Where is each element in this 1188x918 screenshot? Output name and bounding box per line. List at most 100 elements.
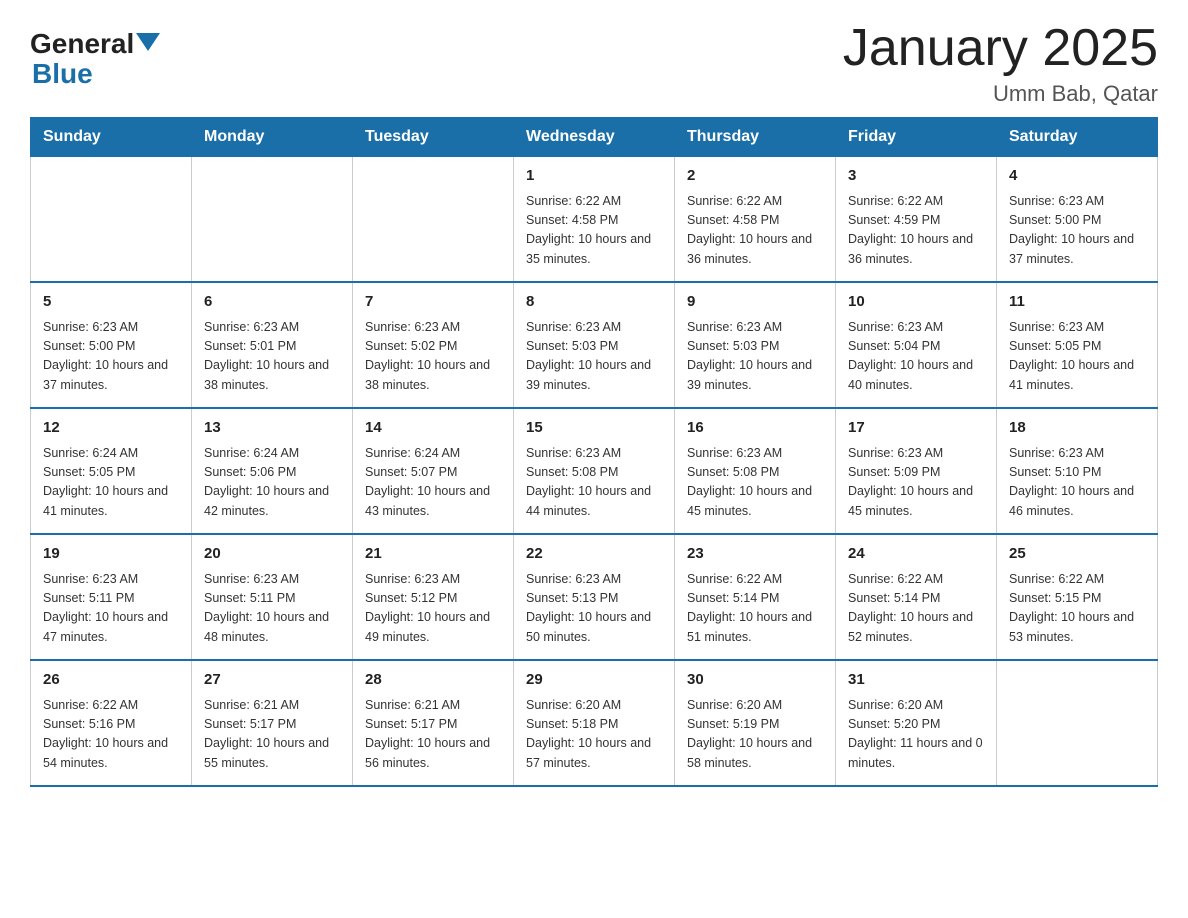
- calendar-cell: 5 Sunrise: 6:23 AM Sunset: 5:00 PM Daylig…: [31, 282, 192, 408]
- day-info: Sunrise: 6:24 AM Sunset: 5:06 PM Dayligh…: [204, 444, 340, 522]
- day-info: Sunrise: 6:23 AM Sunset: 5:08 PM Dayligh…: [526, 444, 662, 522]
- day-info: Sunrise: 6:23 AM Sunset: 5:03 PM Dayligh…: [687, 318, 823, 396]
- day-info: Sunrise: 6:22 AM Sunset: 5:14 PM Dayligh…: [687, 570, 823, 648]
- calendar-cell: [31, 157, 192, 283]
- day-number: 3: [848, 165, 984, 188]
- day-info: Sunrise: 6:20 AM Sunset: 5:20 PM Dayligh…: [848, 696, 984, 774]
- day-number: 2: [687, 165, 823, 188]
- day-info: Sunrise: 6:23 AM Sunset: 5:00 PM Dayligh…: [1009, 192, 1145, 270]
- calendar-cell: 14Sunrise: 6:24 AM Sunset: 5:07 PM Dayli…: [353, 408, 514, 534]
- day-number: 21: [365, 543, 501, 566]
- day-info: Sunrise: 6:23 AM Sunset: 5:09 PM Dayligh…: [848, 444, 984, 522]
- day-number: 1: [526, 165, 662, 188]
- header-wednesday: Wednesday: [514, 118, 675, 157]
- day-number: 23: [687, 543, 823, 566]
- day-info: Sunrise: 6:22 AM Sunset: 4:59 PM Dayligh…: [848, 192, 984, 270]
- day-info: Sunrise: 6:22 AM Sunset: 4:58 PM Dayligh…: [687, 192, 823, 270]
- day-number: 28: [365, 669, 501, 692]
- calendar-cell: 2 Sunrise: 6:22 AM Sunset: 4:58 PM Daylig…: [675, 157, 836, 283]
- calendar-cell: 22Sunrise: 6:23 AM Sunset: 5:13 PM Dayli…: [514, 534, 675, 660]
- calendar-week-4: 19Sunrise: 6:23 AM Sunset: 5:11 PM Dayli…: [31, 534, 1158, 660]
- calendar-cell: [192, 157, 353, 283]
- calendar-cell: 6 Sunrise: 6:23 AM Sunset: 5:01 PM Daylig…: [192, 282, 353, 408]
- header-sunday: Sunday: [31, 118, 192, 157]
- day-info: Sunrise: 6:23 AM Sunset: 5:10 PM Dayligh…: [1009, 444, 1145, 522]
- day-number: 20: [204, 543, 340, 566]
- day-info: Sunrise: 6:20 AM Sunset: 5:18 PM Dayligh…: [526, 696, 662, 774]
- day-number: 5: [43, 291, 179, 314]
- day-number: 4: [1009, 165, 1145, 188]
- calendar-cell: 7 Sunrise: 6:23 AM Sunset: 5:02 PM Daylig…: [353, 282, 514, 408]
- calendar-header: SundayMondayTuesdayWednesdayThursdayFrid…: [31, 118, 1158, 157]
- logo-general-text: General: [30, 30, 134, 58]
- day-number: 30: [687, 669, 823, 692]
- day-number: 7: [365, 291, 501, 314]
- calendar-cell: 26 Sunrise: 6:22 AM Sunset: 5:16 PM Dayli…: [31, 660, 192, 786]
- calendar-subtitle: Umm Bab, Qatar: [843, 81, 1158, 107]
- calendar-week-5: 26 Sunrise: 6:22 AM Sunset: 5:16 PM Dayli…: [31, 660, 1158, 786]
- day-info: Sunrise: 6:23 AM Sunset: 5:11 PM Dayligh…: [204, 570, 340, 648]
- calendar-cell: 8Sunrise: 6:23 AM Sunset: 5:03 PM Daylig…: [514, 282, 675, 408]
- day-info: Sunrise: 6:23 AM Sunset: 5:12 PM Dayligh…: [365, 570, 501, 648]
- day-number: 6: [204, 291, 340, 314]
- calendar-cell: 15Sunrise: 6:23 AM Sunset: 5:08 PM Dayli…: [514, 408, 675, 534]
- calendar-cell: 21 Sunrise: 6:23 AM Sunset: 5:12 PM Dayli…: [353, 534, 514, 660]
- day-number: 25: [1009, 543, 1145, 566]
- calendar-cell: 24Sunrise: 6:22 AM Sunset: 5:14 PM Dayli…: [836, 534, 997, 660]
- day-info: Sunrise: 6:21 AM Sunset: 5:17 PM Dayligh…: [365, 696, 501, 774]
- page-header: General Blue January 2025 Umm Bab, Qatar: [30, 20, 1158, 107]
- day-number: 27: [204, 669, 340, 692]
- calendar-cell: 13 Sunrise: 6:24 AM Sunset: 5:06 PM Dayli…: [192, 408, 353, 534]
- day-info: Sunrise: 6:20 AM Sunset: 5:19 PM Dayligh…: [687, 696, 823, 774]
- calendar-week-1: 1 Sunrise: 6:22 AM Sunset: 4:58 PM Daylig…: [31, 157, 1158, 283]
- calendar-title: January 2025: [843, 20, 1158, 77]
- day-info: Sunrise: 6:22 AM Sunset: 4:58 PM Dayligh…: [526, 192, 662, 270]
- day-number: 11: [1009, 291, 1145, 314]
- day-info: Sunrise: 6:24 AM Sunset: 5:07 PM Dayligh…: [365, 444, 501, 522]
- calendar-cell: 17 Sunrise: 6:23 AM Sunset: 5:09 PM Dayli…: [836, 408, 997, 534]
- calendar-cell: 18 Sunrise: 6:23 AM Sunset: 5:10 PM Dayli…: [997, 408, 1158, 534]
- header-thursday: Thursday: [675, 118, 836, 157]
- calendar-cell: 20 Sunrise: 6:23 AM Sunset: 5:11 PM Dayli…: [192, 534, 353, 660]
- calendar-week-2: 5 Sunrise: 6:23 AM Sunset: 5:00 PM Daylig…: [31, 282, 1158, 408]
- day-info: Sunrise: 6:23 AM Sunset: 5:01 PM Dayligh…: [204, 318, 340, 396]
- header-tuesday: Tuesday: [353, 118, 514, 157]
- day-number: 13: [204, 417, 340, 440]
- calendar-cell: 9 Sunrise: 6:23 AM Sunset: 5:03 PM Daylig…: [675, 282, 836, 408]
- day-number: 17: [848, 417, 984, 440]
- calendar-cell: 11Sunrise: 6:23 AM Sunset: 5:05 PM Dayli…: [997, 282, 1158, 408]
- day-number: 22: [526, 543, 662, 566]
- day-info: Sunrise: 6:23 AM Sunset: 5:11 PM Dayligh…: [43, 570, 179, 648]
- title-section: January 2025 Umm Bab, Qatar: [843, 20, 1158, 107]
- day-info: Sunrise: 6:23 AM Sunset: 5:00 PM Dayligh…: [43, 318, 179, 396]
- calendar-cell: [997, 660, 1158, 786]
- calendar-cell: 3 Sunrise: 6:22 AM Sunset: 4:59 PM Daylig…: [836, 157, 997, 283]
- logo-arrow-icon: [136, 33, 160, 51]
- day-number: 10: [848, 291, 984, 314]
- calendar-cell: [353, 157, 514, 283]
- day-number: 18: [1009, 417, 1145, 440]
- day-info: Sunrise: 6:23 AM Sunset: 5:02 PM Dayligh…: [365, 318, 501, 396]
- day-info: Sunrise: 6:23 AM Sunset: 5:04 PM Dayligh…: [848, 318, 984, 396]
- header-friday: Friday: [836, 118, 997, 157]
- calendar-body: 1 Sunrise: 6:22 AM Sunset: 4:58 PM Daylig…: [31, 157, 1158, 787]
- day-number: 8: [526, 291, 662, 314]
- calendar-cell: 23 Sunrise: 6:22 AM Sunset: 5:14 PM Dayli…: [675, 534, 836, 660]
- calendar-cell: 4 Sunrise: 6:23 AM Sunset: 5:00 PM Daylig…: [997, 157, 1158, 283]
- day-info: Sunrise: 6:22 AM Sunset: 5:14 PM Dayligh…: [848, 570, 984, 648]
- calendar-cell: 12 Sunrise: 6:24 AM Sunset: 5:05 PM Dayli…: [31, 408, 192, 534]
- day-info: Sunrise: 6:24 AM Sunset: 5:05 PM Dayligh…: [43, 444, 179, 522]
- day-number: 29: [526, 669, 662, 692]
- day-number: 26: [43, 669, 179, 692]
- day-number: 12: [43, 417, 179, 440]
- day-number: 16: [687, 417, 823, 440]
- calendar-cell: 28 Sunrise: 6:21 AM Sunset: 5:17 PM Dayli…: [353, 660, 514, 786]
- logo-blue-text: Blue: [32, 60, 93, 88]
- day-info: Sunrise: 6:22 AM Sunset: 5:15 PM Dayligh…: [1009, 570, 1145, 648]
- calendar-cell: 10 Sunrise: 6:23 AM Sunset: 5:04 PM Dayli…: [836, 282, 997, 408]
- calendar-cell: 25 Sunrise: 6:22 AM Sunset: 5:15 PM Dayli…: [997, 534, 1158, 660]
- header-saturday: Saturday: [997, 118, 1158, 157]
- day-info: Sunrise: 6:22 AM Sunset: 5:16 PM Dayligh…: [43, 696, 179, 774]
- day-number: 9: [687, 291, 823, 314]
- calendar-table: SundayMondayTuesdayWednesdayThursdayFrid…: [30, 117, 1158, 787]
